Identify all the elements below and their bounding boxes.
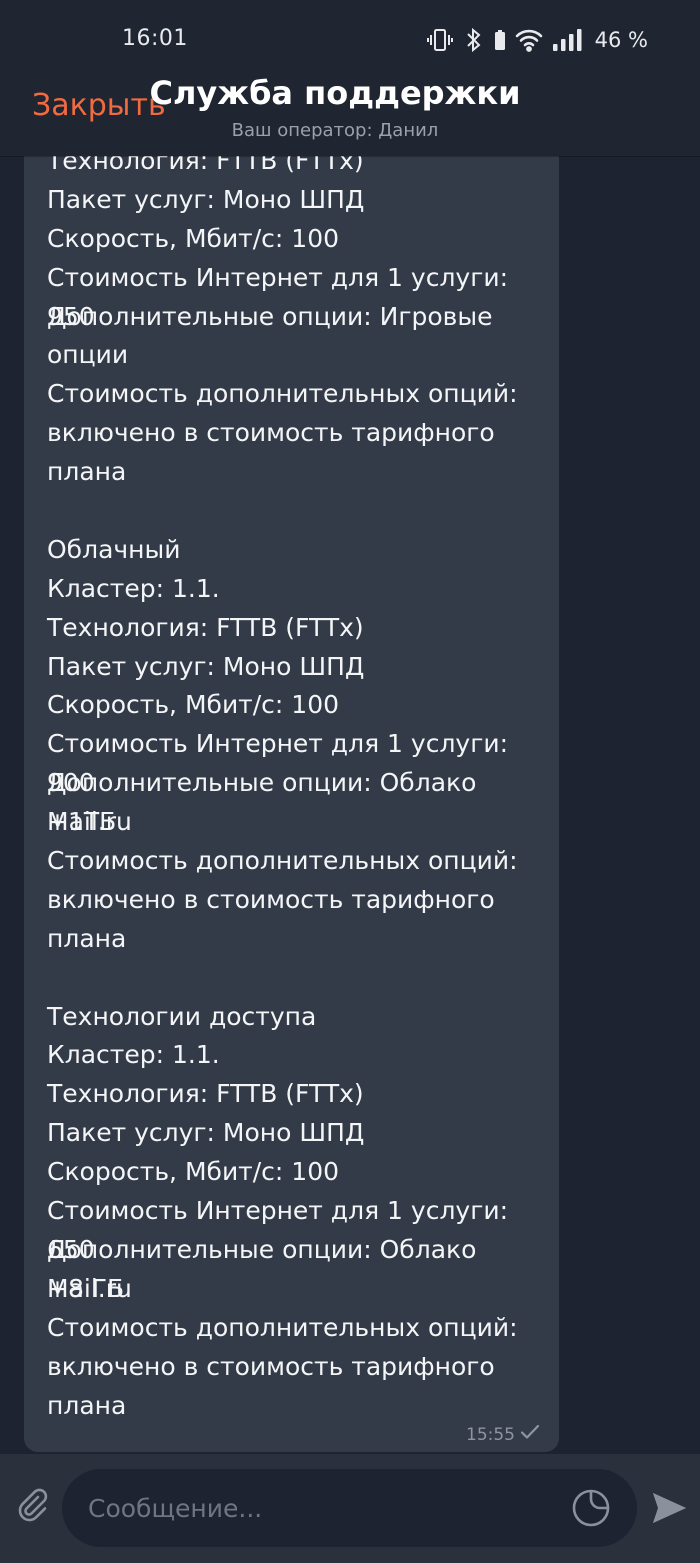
checkmark-icon xyxy=(519,1423,541,1446)
message-line: Технологии доступа xyxy=(47,1001,317,1031)
wifi-icon xyxy=(515,28,543,52)
status-time: 16:01 xyxy=(122,26,188,51)
message-line: включено в стоимость тарифного xyxy=(47,1351,495,1381)
message-line: Пакет услуг: Моно ШПД xyxy=(47,651,365,681)
message-line: Стоимость дополнительных опций: xyxy=(47,1312,518,1342)
message-line: Скорость, Мбит/с: 100 xyxy=(47,223,340,253)
sticker-icon[interactable] xyxy=(571,1488,611,1528)
message-line xyxy=(47,492,552,531)
message-line: Скорость, Мбит/с: 100 xyxy=(47,1157,340,1187)
message-line: плана xyxy=(47,1390,127,1420)
message-line: включено в стоимость тарифного xyxy=(47,418,495,448)
message-line: Стоимость Интернет для 1 услуги: 650 xyxy=(47,1196,516,1264)
message-line: Дополнительные опции: Облако Mail.ru xyxy=(47,1234,485,1303)
message-bubble: Технология: FTTB (FTTx) Пакет услуг: Моно… xyxy=(24,156,559,1452)
message-time: 15:55 xyxy=(466,1424,515,1445)
message-line: Пакет услуг: Моно ШПД xyxy=(47,1118,365,1148)
bluetooth-icon xyxy=(463,27,485,53)
page-title-text: Служба поддержки xyxy=(149,74,521,112)
message-text: Технология: FTTB (FTTx) Пакет услуг: Моно… xyxy=(47,156,552,1425)
message-line: Стоимость Интернет для 1 услуги: 950 xyxy=(47,262,516,331)
page-title: Служба поддержки xyxy=(0,74,670,112)
message-input-box[interactable] xyxy=(62,1469,637,1547)
message-line: плана xyxy=(47,457,127,487)
message-line: Кластер: 1.1. xyxy=(47,1040,220,1070)
message-line: плана xyxy=(47,923,127,953)
message-line: +8 ГБ xyxy=(47,1273,125,1303)
message-line: опции xyxy=(47,340,129,370)
app-header: 16:01 46 % Закрыть Служба поддержки Ваш … xyxy=(0,0,700,156)
status-icons: 46 % xyxy=(426,26,648,54)
message-input[interactable] xyxy=(86,1487,560,1529)
message-line: Стоимость дополнительных опций: xyxy=(47,379,518,409)
message-line: Стоимость дополнительных опций: xyxy=(47,846,518,876)
message-meta: 15:55 xyxy=(466,1423,541,1446)
message-line: Стоимость Интернет для 1 услуги: 900 xyxy=(47,729,516,798)
signal-icon xyxy=(552,29,583,51)
message-line: Облачный xyxy=(47,534,181,564)
paperclip-icon[interactable] xyxy=(14,1486,50,1522)
message-line: Технология: FTTB (FTTx) xyxy=(47,156,364,175)
operator-subtitle: Ваш оператор: Данил xyxy=(231,120,439,141)
message-line: Пакет услуг: Моно ШПД xyxy=(47,184,365,214)
message-line: включено в стоимость тарифного xyxy=(47,884,495,914)
send-icon[interactable] xyxy=(650,1489,688,1527)
message-line: Скорость, Мбит/с: 100 xyxy=(47,690,340,720)
message-line: Технология: FTTB (FTTx) xyxy=(47,612,364,642)
message-line: Дополнительные опции: Игровые xyxy=(47,301,493,331)
message-line xyxy=(47,959,552,998)
message-line: Технология: FTTB (FTTx) xyxy=(47,1079,364,1109)
battery-small-icon xyxy=(494,30,505,50)
battery-level: 46 % xyxy=(594,28,648,52)
message-line: Кластер: 1.1. xyxy=(47,573,220,603)
chat-area[interactable]: Технология: FTTB (FTTx) Пакет услуг: Моно… xyxy=(0,156,700,1454)
vibrate-icon xyxy=(426,27,453,53)
message-composer xyxy=(0,1454,700,1563)
message-line: Дополнительные опции: Облако Mail.ru xyxy=(47,768,485,837)
